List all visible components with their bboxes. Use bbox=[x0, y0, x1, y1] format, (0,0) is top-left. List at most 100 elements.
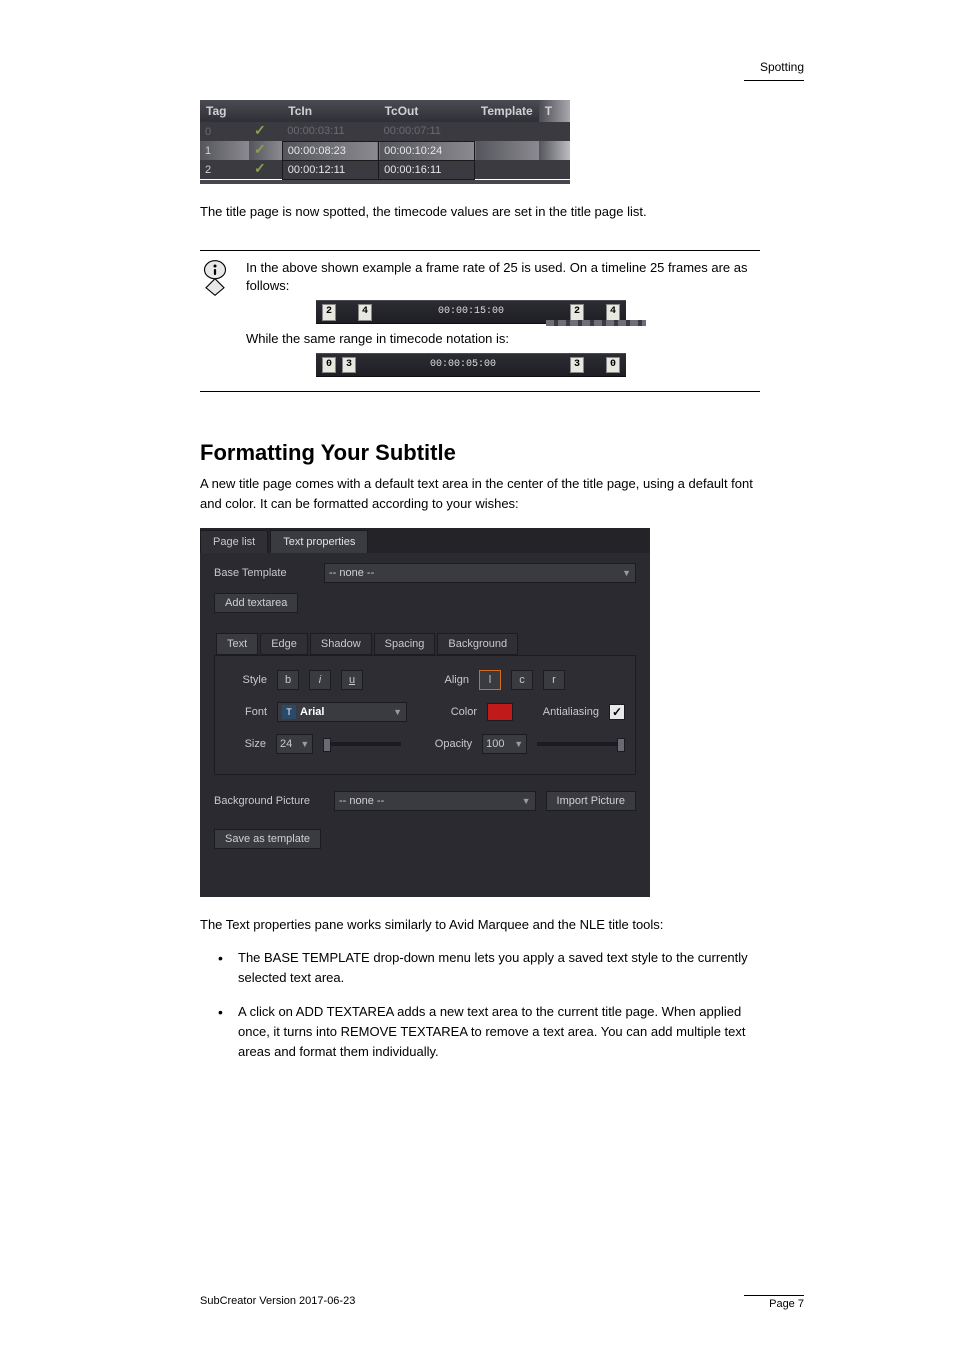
tl-mark: 0 bbox=[322, 357, 336, 374]
col-tag: Tag bbox=[200, 100, 249, 122]
tl-mark: 2 bbox=[322, 304, 336, 321]
caption-text: The title page is now spotted, the timec… bbox=[200, 202, 760, 222]
opacity-field[interactable]: 100 ▼ bbox=[482, 734, 527, 754]
antialiasing-label: Antialiasing bbox=[543, 706, 599, 718]
page-list-header-row: Tag TcIn TcOut Template T bbox=[200, 100, 570, 122]
cell-tcout: 00:00:07:11 bbox=[379, 122, 475, 141]
tab-page-list[interactable]: Page list bbox=[200, 530, 268, 553]
subtab-edge[interactable]: Edge bbox=[260, 633, 308, 655]
check-icon bbox=[249, 122, 282, 141]
timeline-bar-timecode: 0 3 00:00:05:00 3 0 bbox=[316, 353, 626, 377]
note-line-2: While the same range in timecode notatio… bbox=[246, 330, 760, 349]
tl-mark: 3 bbox=[570, 357, 584, 374]
font-type-icon: T bbox=[282, 705, 296, 719]
size-value: 24 bbox=[280, 738, 292, 750]
table-row[interactable]: 2 00:00:12:11 00:00:16:11 bbox=[200, 160, 570, 179]
tl-center: 00:00:15:00 bbox=[372, 305, 570, 320]
body-paragraph: A new title page comes with a default te… bbox=[200, 474, 760, 514]
antialiasing-checkbox[interactable]: ✓ bbox=[609, 704, 625, 720]
list-item: The BASE TEMPLATE drop-down menu lets yo… bbox=[218, 948, 758, 988]
opacity-slider[interactable] bbox=[537, 742, 625, 746]
italic-button[interactable]: i bbox=[309, 670, 331, 690]
chevron-down-icon: ▼ bbox=[393, 707, 402, 717]
header-rule bbox=[744, 80, 804, 81]
bg-picture-select[interactable]: -- none -- ▼ bbox=[334, 791, 536, 811]
bg-picture-label: Background Picture bbox=[214, 795, 324, 807]
tl-mark: 4 bbox=[358, 304, 372, 321]
col-tcout: TcOut bbox=[379, 100, 475, 122]
base-template-label: Base Template bbox=[214, 567, 314, 579]
section-heading: Formatting Your Subtitle bbox=[200, 440, 764, 466]
footer-page-label: Page bbox=[769, 1298, 795, 1310]
align-left-button[interactable]: l bbox=[479, 670, 501, 690]
footer-left: SubCreator Version 2017-06-23 bbox=[200, 1295, 355, 1307]
subtab-text[interactable]: Text bbox=[216, 633, 258, 655]
size-field[interactable]: 24 ▼ bbox=[276, 734, 313, 754]
subtab-spacing[interactable]: Spacing bbox=[374, 633, 436, 655]
chevron-down-icon: ▼ bbox=[300, 739, 309, 749]
footer-page-number: 7 bbox=[798, 1298, 804, 1310]
align-center-button[interactable]: c bbox=[511, 670, 533, 690]
import-picture-button[interactable]: Import Picture bbox=[546, 791, 636, 811]
divider bbox=[200, 391, 760, 392]
bold-button[interactable]: b bbox=[277, 670, 299, 690]
chevron-down-icon: ▼ bbox=[522, 796, 531, 806]
col-check bbox=[249, 100, 282, 122]
cell-tcin[interactable]: 00:00:08:23 bbox=[282, 141, 378, 160]
cell-tag: 2 bbox=[200, 160, 249, 179]
tl-mark: 3 bbox=[342, 357, 356, 374]
opacity-value: 100 bbox=[486, 738, 504, 750]
subtab-shadow[interactable]: Shadow bbox=[310, 633, 372, 655]
color-label: Color bbox=[441, 706, 477, 718]
color-swatch[interactable] bbox=[487, 703, 513, 721]
warning-icon bbox=[200, 259, 230, 297]
col-tcin: TcIn bbox=[282, 100, 378, 122]
chevron-down-icon: ▼ bbox=[622, 568, 631, 578]
style-label: Style bbox=[225, 674, 267, 686]
tl-mark: 0 bbox=[606, 357, 620, 374]
list-item: A click on ADD TEXTAREA adds a new text … bbox=[218, 1002, 758, 1062]
opacity-label: Opacity bbox=[427, 738, 472, 750]
align-right-button[interactable]: r bbox=[543, 670, 565, 690]
base-template-select[interactable]: -- none -- ▼ bbox=[324, 563, 636, 583]
underline-button[interactable]: u bbox=[341, 670, 363, 690]
header-label: Spotting bbox=[760, 60, 804, 74]
chevron-down-icon: ▼ bbox=[514, 739, 523, 749]
table-row[interactable]: 1 00:00:08:23 00:00:10:24 bbox=[200, 141, 570, 160]
font-select[interactable]: T Arial ▼ bbox=[277, 702, 407, 722]
size-slider[interactable] bbox=[323, 742, 401, 746]
tab-text-properties[interactable]: Text properties bbox=[270, 530, 368, 553]
subtab-background[interactable]: Background bbox=[437, 633, 518, 655]
cell-tcin: 00:00:03:11 bbox=[282, 122, 378, 141]
col-template: Template bbox=[475, 100, 539, 122]
body-paragraph: The Text properties pane works similarly… bbox=[200, 915, 760, 935]
cell-tcout[interactable]: 00:00:10:24 bbox=[379, 141, 475, 160]
timeline-bar-frames: 2 4 00:00:15:00 2 4 bbox=[316, 300, 626, 324]
font-value: Arial bbox=[300, 706, 324, 718]
text-properties-panel: Page list Text properties Base Template … bbox=[200, 528, 650, 897]
save-as-template-button[interactable]: Save as template bbox=[214, 829, 321, 849]
cell-tcin[interactable]: 00:00:12:11 bbox=[282, 160, 378, 179]
table-row[interactable]: 0 00:00:03:11 00:00:07:11 bbox=[200, 122, 570, 141]
tl-center: 00:00:05:00 bbox=[356, 358, 570, 373]
check-icon bbox=[249, 160, 282, 179]
bg-picture-value: -- none -- bbox=[339, 795, 384, 807]
table-footer-bar bbox=[200, 180, 570, 184]
bullet-list: The BASE TEMPLATE drop-down menu lets yo… bbox=[218, 948, 758, 1063]
cell-tag: 0 bbox=[200, 122, 249, 141]
font-label: Font bbox=[225, 706, 267, 718]
align-label: Align bbox=[433, 674, 469, 686]
note-line-1: In the above shown example a frame rate … bbox=[246, 259, 760, 297]
tl-mark: 2 bbox=[570, 304, 584, 321]
cell-tag: 1 bbox=[200, 141, 249, 160]
page-list-table: Tag TcIn TcOut Template T 0 00:00:03:11 … bbox=[200, 100, 570, 180]
tl-mark: 4 bbox=[606, 304, 620, 321]
base-template-value: -- none -- bbox=[329, 567, 374, 579]
col-extra: T bbox=[539, 100, 570, 122]
size-label: Size bbox=[225, 738, 266, 750]
cell-tcout[interactable]: 00:00:16:11 bbox=[379, 160, 475, 179]
check-icon bbox=[249, 141, 282, 160]
add-textarea-button[interactable]: Add textarea bbox=[214, 593, 298, 613]
footer-rule bbox=[744, 1295, 804, 1296]
text-subpanel: Style b i u Align l c r Font T Arial ▼ C… bbox=[214, 655, 636, 775]
